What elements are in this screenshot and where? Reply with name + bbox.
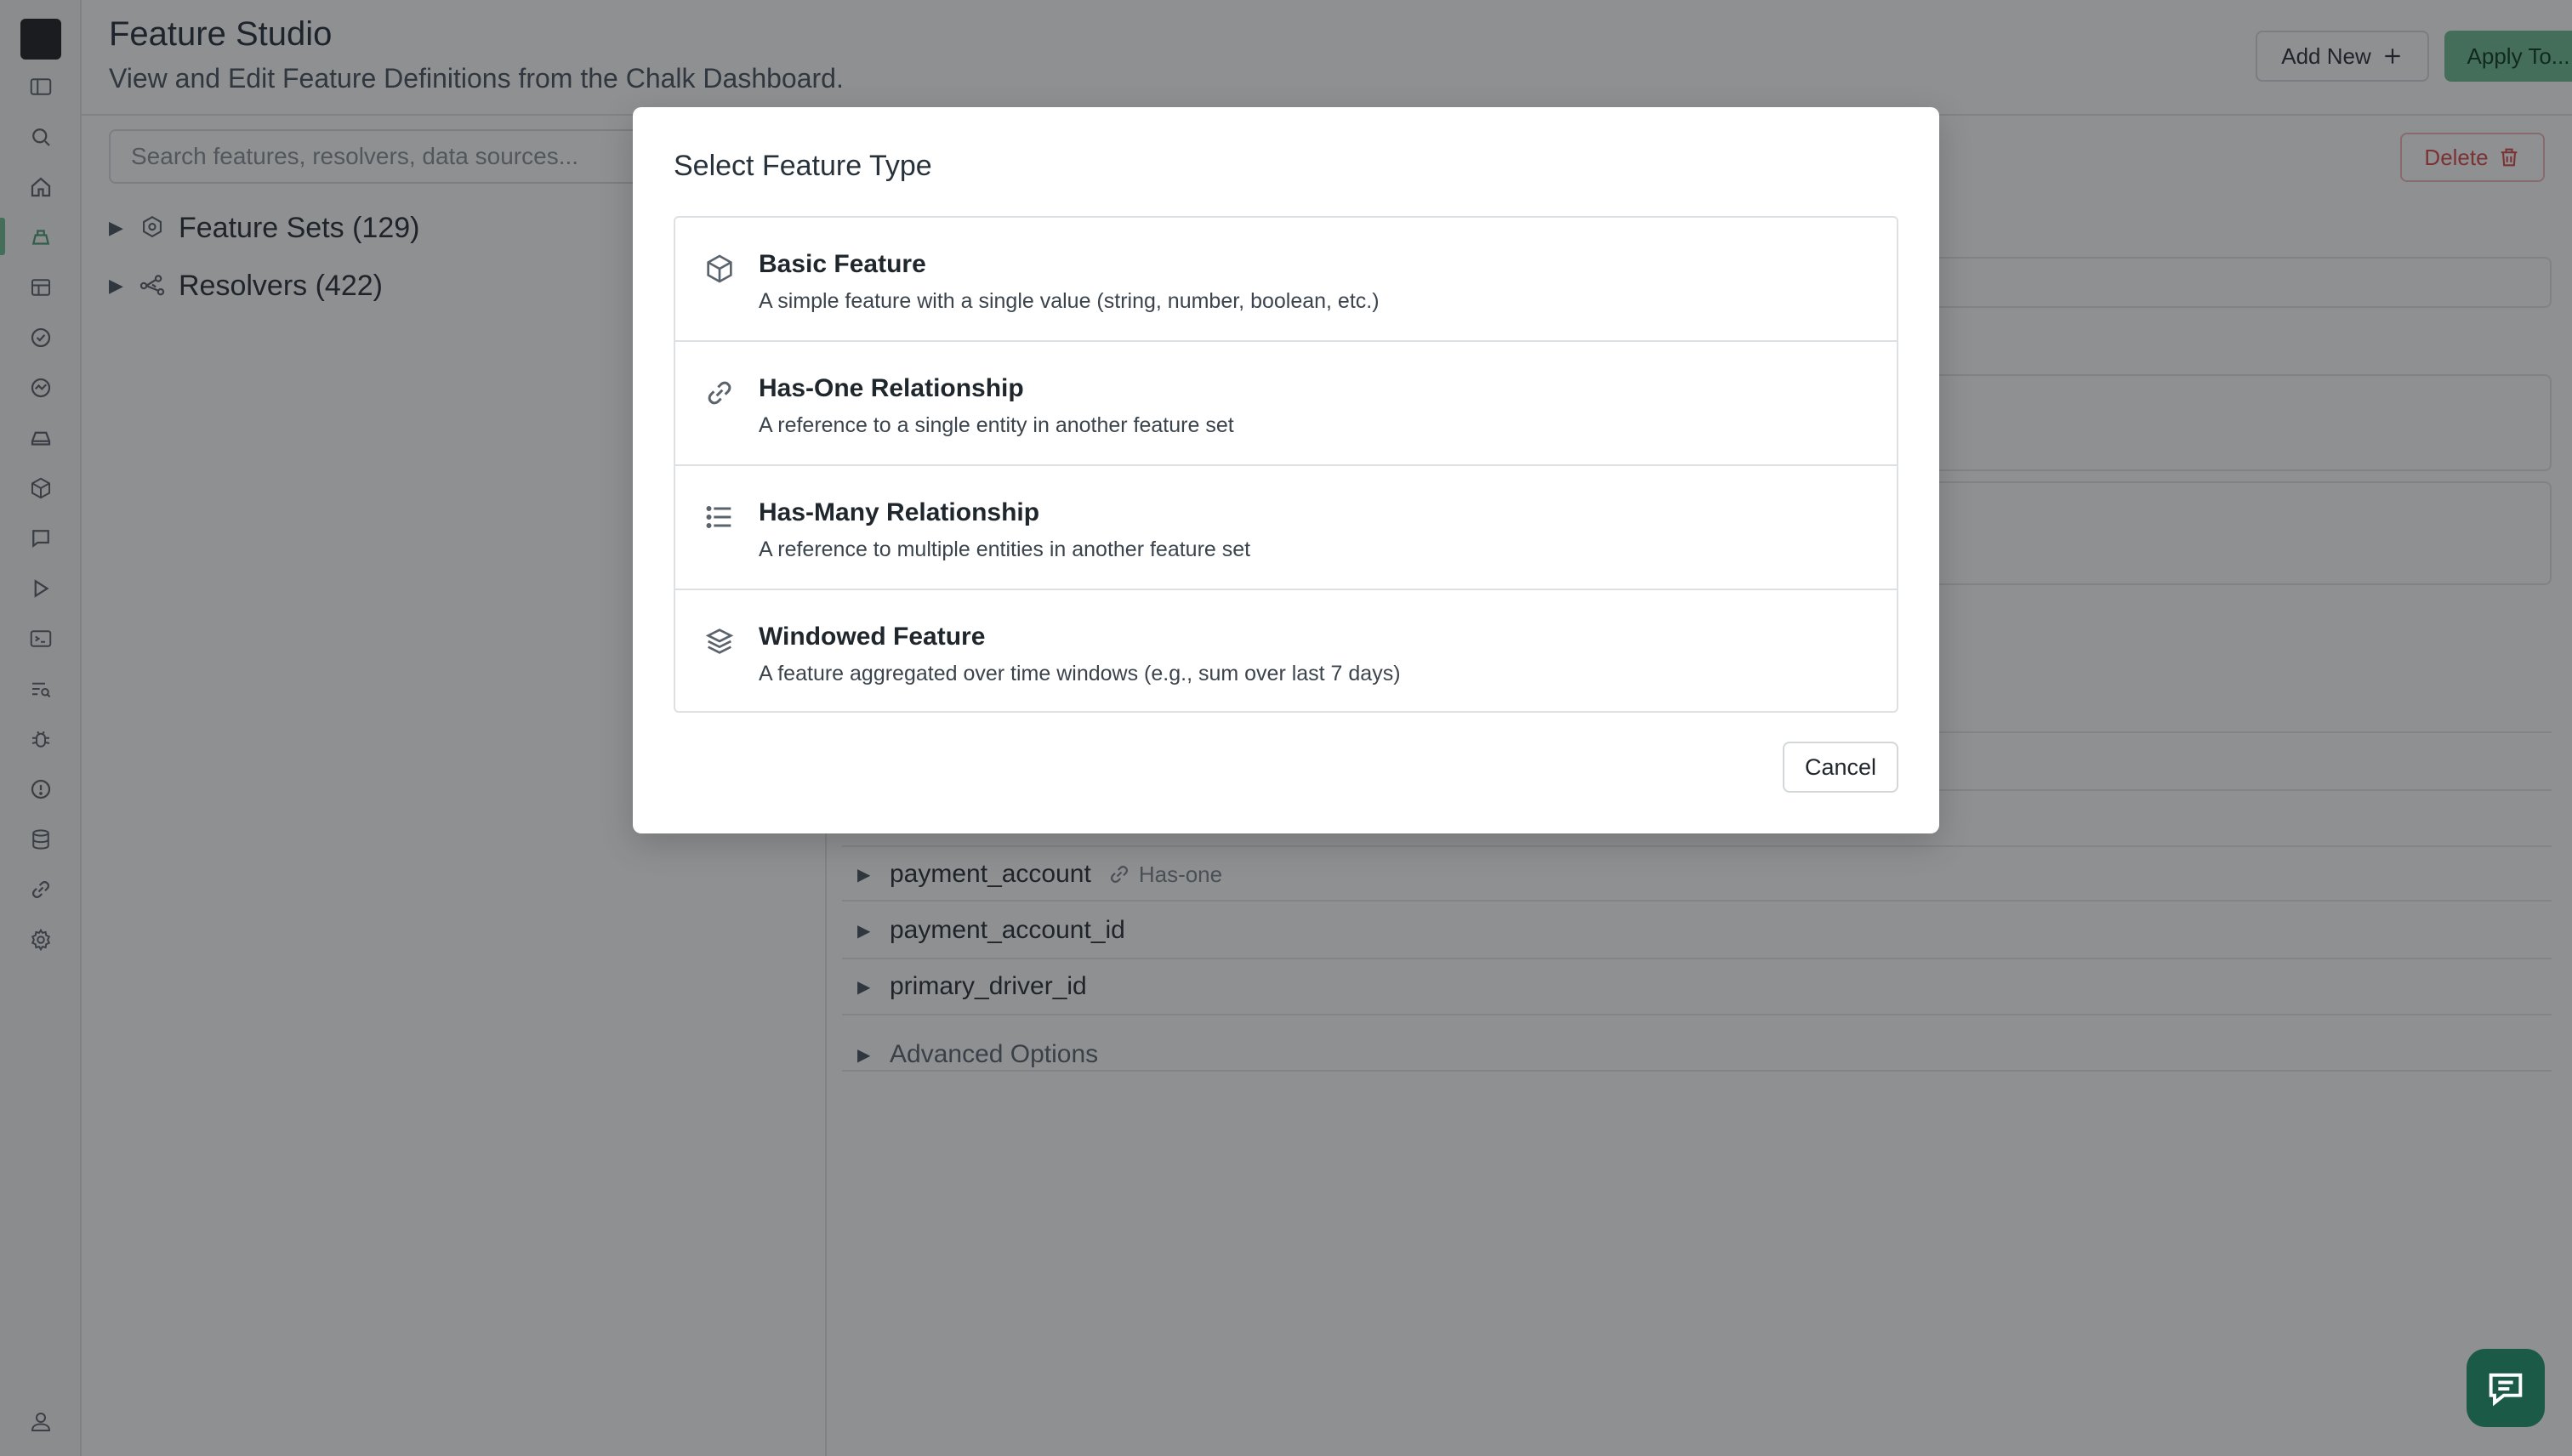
list-icon — [703, 500, 737, 534]
link-icon — [703, 376, 737, 410]
option-has-many-relationship[interactable]: Has-Many Relationship A reference to mul… — [675, 466, 1897, 590]
option-description: A reference to a single entity in anothe… — [759, 413, 1234, 437]
select-feature-type-dialog: Select Feature Type Basic Feature A simp… — [633, 107, 1939, 833]
feature-type-options: Basic Feature A simple feature with a si… — [674, 216, 1898, 713]
option-name: Has-One Relationship — [759, 374, 1024, 402]
layers-icon — [703, 624, 737, 658]
cancel-button[interactable]: Cancel — [1783, 742, 1898, 793]
cancel-label: Cancel — [1804, 754, 1877, 780]
option-name: Basic Feature — [759, 250, 926, 278]
option-windowed-feature[interactable]: Windowed Feature A feature aggregated ov… — [675, 590, 1897, 711]
chat-bubble-icon — [2489, 1373, 2523, 1407]
option-description: A reference to multiple entities in anot… — [759, 537, 1251, 561]
option-name: Has-Many Relationship — [759, 498, 1040, 526]
option-name: Windowed Feature — [759, 623, 986, 651]
option-description: A simple feature with a single value (st… — [759, 289, 1380, 313]
option-basic-feature[interactable]: Basic Feature A simple feature with a si… — [675, 218, 1897, 342]
chat-support-button[interactable] — [2467, 1349, 2545, 1427]
dialog-title: Select Feature Type — [674, 150, 932, 182]
option-description: A feature aggregated over time windows (… — [759, 662, 1401, 685]
option-has-one-relationship[interactable]: Has-One Relationship A reference to a si… — [675, 342, 1897, 466]
cube-icon — [703, 252, 737, 286]
